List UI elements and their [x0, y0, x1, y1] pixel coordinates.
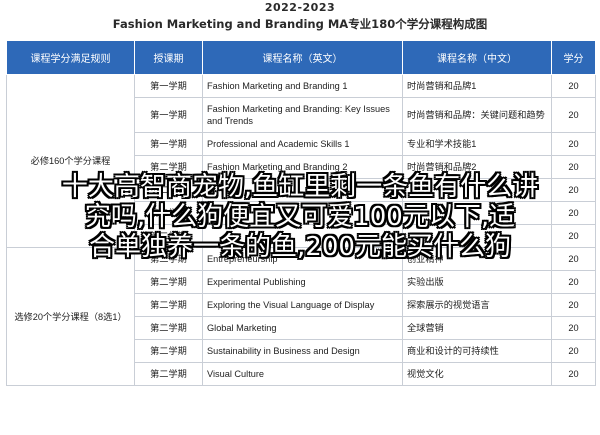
header-name-cn: 课程名称（中文）: [402, 40, 552, 75]
document-subtitle: 2022-2023: [264, 1, 336, 14]
cell-name-cn: 时尚营销和品牌2: [402, 155, 552, 179]
cell-name-cn: 时尚营销和品牌1: [402, 74, 552, 98]
header-group: 课程学分满足规则: [6, 40, 135, 75]
cell-term: 第二学期: [134, 224, 203, 248]
cell-term: 第二学期: [134, 316, 203, 340]
cell-term: 第二学期: [134, 201, 203, 225]
cell-name-cn: [402, 224, 552, 248]
cell-name-cn: 探索展示的视觉语言: [402, 293, 552, 317]
cell-name-cn: 视觉文化: [402, 362, 552, 386]
header-term: 授课期: [134, 40, 203, 75]
cell-name-en: [202, 224, 403, 248]
table-row: 必修160个学分课程 第一学期 Fashion Marketing and Br…: [6, 74, 596, 248]
document-title: Fashion Marketing and Branding MA专业180个学…: [112, 17, 488, 31]
cell-credits: 20: [551, 178, 596, 202]
cell-term: 第二学期: [134, 270, 203, 294]
cell-name-en: [202, 201, 403, 225]
cell-name-en: Exploring the Visual Language of Display: [202, 293, 403, 317]
cell-name-cn: 专业和学术技能1: [402, 132, 552, 156]
cell-name-en: Sustainability in Business and Design: [202, 339, 403, 363]
group-compulsory: 必修160个学分课程: [6, 74, 135, 248]
cell-term: 第二学期: [134, 293, 203, 317]
cell-name-en: Experimental Publishing: [202, 270, 403, 294]
cell-credits: 20: [551, 224, 596, 248]
cell-name-en: Fashion Marketing and Branding 2: [202, 155, 403, 179]
document-page: 2022-2023 Fashion Marketing and Branding…: [0, 0, 600, 435]
cell-name-en: [202, 178, 403, 202]
cell-term: 第二学期: [134, 362, 203, 386]
cell-name-en: Professional and Academic Skills 1: [202, 132, 403, 156]
cell-name-en: Visual Culture: [202, 362, 403, 386]
header-name-en: 课程名称（英文）: [202, 40, 403, 75]
cell-term: 第二学期: [134, 178, 203, 202]
cell-credits: 20: [551, 247, 596, 271]
cell-name-cn: [402, 178, 552, 202]
cell-name-cn: 创业精神: [402, 247, 552, 271]
group-elective: 选修20个学分课程（8选1）: [6, 247, 135, 386]
course-table: 课程学分满足规则 授课期 课程名称（英文） 课程名称（中文） 学分 必修160个…: [6, 40, 596, 386]
cell-credits: 20: [551, 132, 596, 156]
cell-credits: 20: [551, 316, 596, 340]
cell-credits: 20: [551, 339, 596, 363]
header-credits: 学分: [551, 40, 596, 75]
table-header-row: 课程学分满足规则 授课期 课程名称（英文） 课程名称（中文） 学分: [6, 40, 596, 75]
cell-term: 第二学期: [134, 339, 203, 363]
cell-term: 第二学期: [134, 155, 203, 179]
cell-name-cn: 全球营销: [402, 316, 552, 340]
cell-name-cn: 实验出版: [402, 270, 552, 294]
cell-name-en: Fashion Marketing and Branding: Key Issu…: [202, 97, 403, 133]
cell-name-cn: 商业和设计的可持续性: [402, 339, 552, 363]
cell-credits: 20: [551, 155, 596, 179]
cell-credits: 20: [551, 74, 596, 98]
cell-name-en: Entrepreneurship: [202, 247, 403, 271]
cell-term: 第一学期: [134, 97, 203, 133]
cell-credits: 20: [551, 362, 596, 386]
cell-name-cn: 时尚营销和品牌：关键问题和趋势: [402, 97, 552, 133]
cell-term: 第一学期: [134, 132, 203, 156]
table-row: 选修20个学分课程（8选1） 第二学期 Entrepreneurship 创业精…: [6, 247, 596, 386]
cell-credits: 20: [551, 201, 596, 225]
cell-credits: 20: [551, 97, 596, 133]
cell-name-en: Fashion Marketing and Branding 1: [202, 74, 403, 98]
cell-term: 第二学期: [134, 247, 203, 271]
cell-credits: 20: [551, 270, 596, 294]
cell-credits: 20: [551, 293, 596, 317]
cell-name-en: Global Marketing: [202, 316, 403, 340]
cell-term: 第一学期: [134, 74, 203, 98]
cell-name-cn: [402, 201, 552, 225]
